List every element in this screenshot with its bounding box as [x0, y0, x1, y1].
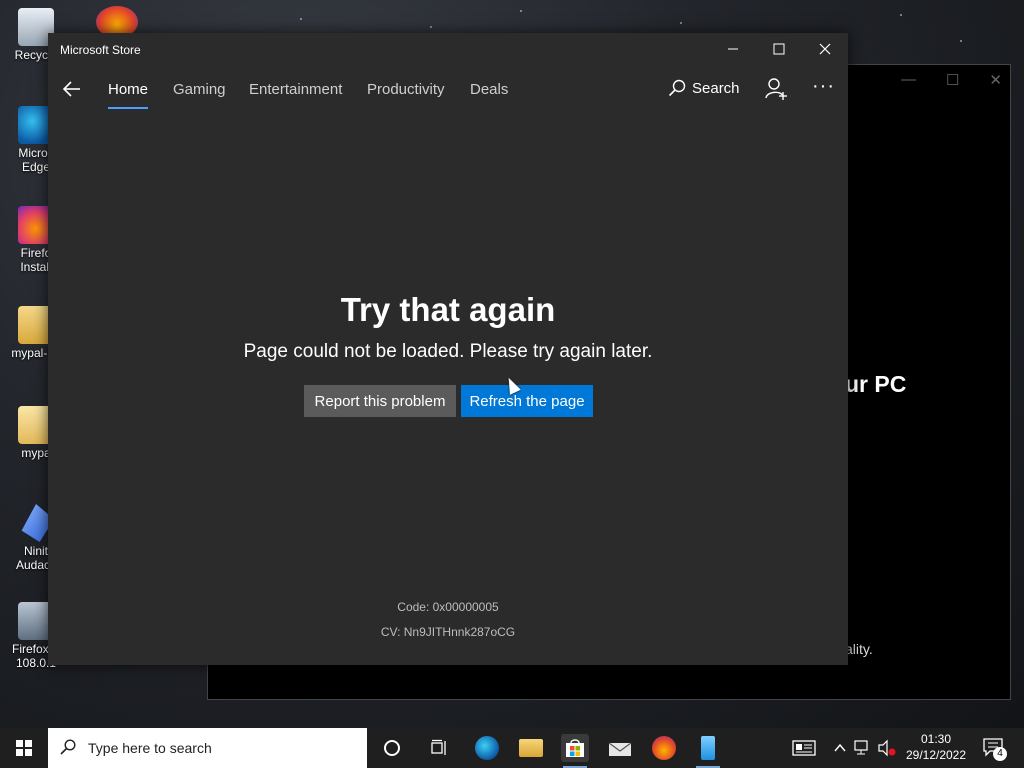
- task-view-button[interactable]: [426, 734, 454, 762]
- microsoft-store-icon: [566, 739, 584, 757]
- window-title: Microsoft Store: [60, 43, 141, 57]
- background-window-heading: ur PC: [845, 371, 907, 397]
- minimize-icon[interactable]: —: [901, 71, 916, 89]
- more-options-icon[interactable]: ···: [812, 75, 835, 98]
- taskbar-edge[interactable]: [473, 734, 501, 762]
- taskbar-search-box[interactable]: Type here to search: [48, 728, 367, 768]
- star: [300, 18, 302, 20]
- tab-deals[interactable]: Deals: [470, 81, 508, 98]
- taskbar-app[interactable]: [694, 734, 722, 768]
- network-status[interactable]: [852, 734, 874, 762]
- background-window-controls: — ☐ ✕: [901, 71, 1002, 89]
- taskbar-file-explorer[interactable]: [517, 734, 545, 762]
- error-code: Code: 0x00000005: [397, 600, 499, 614]
- taskbar: Type here to search 01:30 29/12/2022 4: [0, 728, 1024, 768]
- clock[interactable]: 01:30 29/12/2022: [900, 731, 972, 763]
- maximize-button[interactable]: [756, 33, 802, 65]
- star: [430, 26, 432, 28]
- task-view-icon: [431, 739, 446, 755]
- error-title: Try that again: [340, 291, 556, 328]
- cortana-button[interactable]: [378, 734, 406, 762]
- taskbar-firefox[interactable]: [650, 734, 678, 762]
- taskbar-search-placeholder: Type here to search: [88, 740, 212, 756]
- cortana-icon: [384, 740, 400, 756]
- report-problem-button[interactable]: Report this problem: [304, 385, 456, 417]
- taskbar-mail[interactable]: [606, 734, 634, 762]
- search-button[interactable]: Search: [668, 79, 740, 97]
- clock-date: 29/12/2022: [905, 748, 967, 762]
- search-icon: [60, 739, 76, 755]
- microsoft-store-window: Microsoft Store Home Gaming Entertainmen…: [48, 33, 848, 665]
- minimize-button[interactable]: [710, 33, 756, 65]
- maximize-icon: [773, 43, 785, 55]
- error-message: Page could not be loaded. Please try aga…: [243, 341, 653, 362]
- active-tab-indicator: [108, 107, 148, 109]
- star: [900, 14, 902, 16]
- show-hidden-icons[interactable]: [830, 734, 850, 762]
- taskbar-news[interactable]: [790, 734, 818, 762]
- network-icon: [854, 740, 868, 755]
- star: [680, 22, 682, 24]
- volume-control[interactable]: [876, 734, 898, 762]
- installer-icon: [701, 736, 715, 760]
- search-icon: [668, 79, 686, 97]
- chevron-up-icon: [834, 743, 846, 752]
- star: [960, 40, 962, 42]
- taskbar-microsoft-store[interactable]: [561, 734, 589, 768]
- tab-gaming[interactable]: Gaming: [173, 81, 226, 98]
- firefox-icon: [652, 736, 676, 760]
- start-button[interactable]: [0, 728, 48, 768]
- clock-time: 01:30: [920, 732, 952, 746]
- file-explorer-icon: [519, 739, 543, 757]
- title-bar[interactable]: Microsoft Store: [48, 33, 848, 67]
- correlation-vector: CV: Nn9JITHnnk287oCG: [380, 625, 516, 639]
- search-label: Search: [692, 79, 740, 97]
- edge-icon: [475, 736, 499, 760]
- close-button[interactable]: [802, 33, 848, 65]
- back-arrow-icon[interactable]: [60, 77, 84, 101]
- windows-logo-icon: [16, 740, 32, 756]
- refresh-page-button[interactable]: Refresh the page: [461, 385, 593, 417]
- tab-entertainment[interactable]: Entertainment: [249, 81, 342, 98]
- tab-home[interactable]: Home: [108, 81, 148, 98]
- star: [520, 10, 522, 12]
- mail-icon: [608, 742, 632, 756]
- background-window-text: ality.: [845, 641, 873, 657]
- user-account-icon[interactable]: [764, 77, 788, 101]
- news-icon: [792, 740, 816, 756]
- volume-muted-icon: [878, 739, 896, 757]
- notification-count-badge: 4: [993, 747, 1007, 761]
- maximize-icon[interactable]: ☐: [946, 71, 959, 89]
- minimize-icon: [728, 48, 738, 50]
- close-icon: [819, 43, 831, 55]
- close-icon[interactable]: ✕: [989, 71, 1002, 89]
- tab-productivity[interactable]: Productivity: [367, 81, 445, 98]
